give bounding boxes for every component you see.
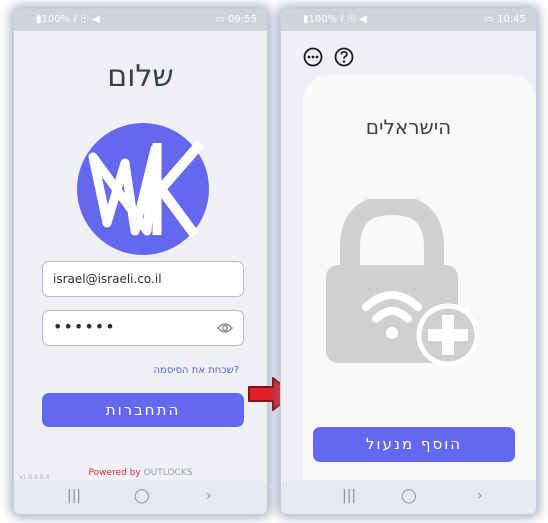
more-icon[interactable] [303, 47, 323, 71]
add-lock-icon[interactable] [318, 199, 482, 371]
group-title: הישראלים [365, 115, 452, 139]
top-actions [303, 47, 360, 71]
back-nav-icon[interactable]: › [206, 488, 212, 504]
powered-by: Powered by OUTLOCKS [14, 468, 267, 478]
status-bar: ▮100% ⅈ ☉ ◀ ▭ 09:55 [14, 9, 267, 31]
status-clock: ▭ 10:45 [484, 14, 526, 25]
add-lock-button[interactable]: הוסף מנעול [313, 427, 515, 462]
help-icon[interactable] [334, 47, 354, 71]
forgot-password-link[interactable]: שכחת את הסיסמה? [154, 365, 239, 376]
email-value: israel@israeli.co.il [53, 272, 162, 286]
powered-by-label: Powered by [88, 468, 141, 478]
locks-screen: ▮100% ⅈ ☉ ◀ ▭ 10:45 הישראלים הוסף מנעול … [281, 9, 536, 514]
home-nav-icon[interactable]: ◯ [401, 488, 417, 504]
system-navbar: ||| ◯ › [14, 482, 267, 514]
login-button[interactable]: התחברות [42, 393, 244, 427]
email-field[interactable]: israel@israeli.co.il [42, 261, 244, 297]
password-field[interactable]: •••••• [42, 310, 244, 346]
status-bar: ▮100% ⅈ ☉ ◀ ▭ 10:45 [281, 9, 536, 31]
status-indicators: ▮100% ⅈ ☉ ◀ [303, 14, 367, 25]
login-screen: ▮100% ⅈ ☉ ◀ ▭ 09:55 שלום israel@israeli.… [14, 9, 267, 514]
password-value: •••••• [53, 317, 116, 336]
recents-nav-icon[interactable]: ||| [342, 488, 356, 504]
brand-name: OUTLOCKS [143, 468, 193, 478]
recents-nav-icon[interactable]: ||| [67, 488, 81, 504]
status-indicators: ▮100% ⅈ ☉ ◀ [36, 14, 100, 25]
back-nav-icon[interactable]: › [477, 488, 483, 504]
wk-logo [77, 123, 209, 255]
system-navbar: ||| ◯ › [281, 482, 536, 514]
status-clock: ▭ 09:55 [215, 14, 257, 25]
version-label: v1.0.8.0.4 [19, 474, 50, 481]
show-password-icon[interactable] [217, 321, 233, 335]
greeting-title: שלום [107, 59, 174, 94]
home-nav-icon[interactable]: ◯ [134, 488, 150, 504]
